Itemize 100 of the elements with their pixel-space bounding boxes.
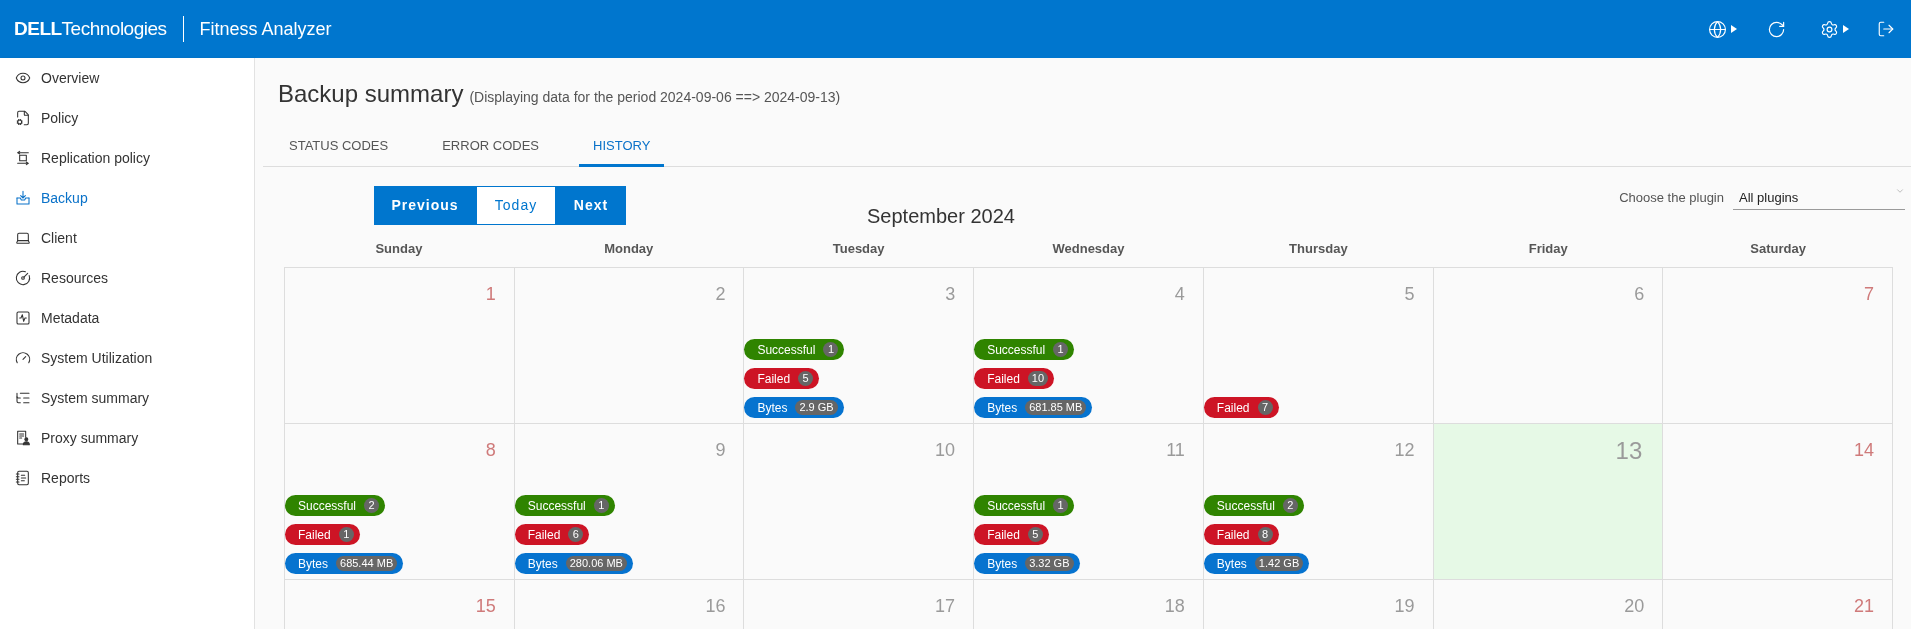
date-number: 19	[1394, 595, 1415, 618]
tag-label: Bytes	[527, 557, 558, 570]
page-subtitle: (Displaying data for the period 2024-09-06 ==> 2024-09-13)	[469, 88, 841, 107]
date-number: 21	[1853, 595, 1874, 618]
square-arrows-icon	[15, 150, 31, 166]
count-pill: 685.44 MB	[336, 556, 398, 571]
tag-label: Bytes	[757, 401, 788, 414]
count-pill: 5	[1027, 527, 1043, 542]
count-pill: 2	[1282, 498, 1298, 513]
plugin-label: Choose the plugin	[1619, 189, 1724, 208]
settings-icon	[1820, 19, 1839, 39]
date-number: 7	[1863, 283, 1874, 306]
sidebar-item[interactable]: System summary	[0, 378, 254, 418]
date-number: 9	[715, 439, 726, 462]
tag-label: Failed	[987, 372, 1020, 385]
count-pill: 1	[1053, 342, 1069, 357]
circle-gauge-icon	[15, 270, 31, 286]
list-tree-icon	[15, 390, 31, 406]
page-title: Backup summary	[278, 79, 464, 109]
sidebar-item[interactable]: Overview	[0, 58, 254, 98]
count-pill: 10	[1027, 371, 1049, 386]
sidebar-item[interactable]: Client	[0, 218, 254, 258]
tag-label: Failed	[527, 528, 561, 541]
sidebar-item[interactable]: Proxy summary	[0, 418, 254, 458]
company-logo: DELLTechnologies	[14, 16, 167, 41]
tag-label: Successful	[1216, 499, 1275, 512]
date-number: 13	[1615, 436, 1643, 466]
count-pill: 1	[823, 342, 839, 357]
date-number: 18	[1164, 595, 1185, 618]
refresh-icon	[1767, 19, 1786, 39]
sidebar-item[interactable]: Resources	[0, 258, 254, 298]
tag-label: Bytes	[298, 557, 328, 570]
tag-label: Failed	[1216, 401, 1250, 414]
tag-label: Successful	[298, 499, 357, 512]
date-number: 3	[945, 283, 956, 306]
weekday-header: Sunday	[374, 241, 424, 258]
calendar-nav-button[interactable]: Previous	[374, 186, 476, 225]
document-person-icon	[15, 430, 31, 446]
count-pill: 8	[1257, 527, 1273, 542]
speedometer-icon	[15, 350, 31, 366]
sidebar-item[interactable]: Policy	[0, 98, 254, 138]
tray-download-icon	[15, 190, 31, 206]
weekday-header: Friday	[1527, 241, 1569, 258]
date-number: 5	[1404, 283, 1415, 306]
caret-icon	[1843, 25, 1849, 33]
count-pill: 7	[1257, 400, 1273, 415]
tag-label: Failed	[987, 528, 1020, 541]
count-pill: 280.06 MB	[565, 556, 627, 571]
tab[interactable]: ERROR CODES	[428, 124, 553, 167]
document-gear-icon	[15, 110, 31, 126]
count-pill: 6	[568, 527, 584, 542]
tag-label: Successful	[757, 343, 816, 356]
calendar-nav-button[interactable]: Today	[476, 186, 556, 225]
tag-label: Failed	[757, 372, 791, 385]
pulse-square-icon	[15, 310, 31, 326]
tag-label: Bytes	[1216, 557, 1247, 570]
date-number: 4	[1174, 283, 1185, 306]
date-number: 6	[1634, 283, 1645, 306]
date-number: 16	[705, 595, 726, 618]
tab[interactable]: HISTORY	[579, 124, 665, 167]
weekday-header: Monday	[603, 241, 655, 258]
tag-label: Successful	[527, 499, 586, 512]
plugin-select[interactable]: All plugins	[1733, 186, 1905, 210]
date-number: 2	[715, 283, 726, 306]
tag-label: Successful	[987, 499, 1046, 512]
count-pill: 681.85 MB	[1025, 400, 1087, 415]
logout-icon	[1877, 20, 1895, 38]
tag-label: Bytes	[987, 557, 1018, 570]
date-number: 20	[1624, 595, 1645, 618]
count-pill: 2	[364, 498, 380, 513]
tag-label: Failed	[1216, 528, 1250, 541]
tab[interactable]: STATUS CODES	[275, 124, 403, 167]
date-number: 15	[475, 595, 496, 618]
caret-icon	[1731, 25, 1737, 33]
date-number: 11	[1166, 439, 1185, 462]
notebook-icon	[15, 470, 31, 486]
count-pill: 3.32 GB	[1025, 556, 1074, 571]
count-pill: 5	[798, 371, 814, 386]
app-title: Fitness Analyzer	[199, 17, 332, 41]
weekday-header: Wednesday	[1051, 241, 1126, 258]
weekday-header: Saturday	[1749, 241, 1807, 258]
date-number: 12	[1394, 439, 1415, 462]
count-pill: 1	[1053, 498, 1069, 513]
sidebar-item[interactable]: Reports	[0, 458, 254, 498]
tag-label: Failed	[298, 528, 331, 541]
sidebar-item[interactable]: Backup	[0, 178, 254, 218]
count-pill: 2.9 GB	[795, 400, 838, 415]
sidebar-item[interactable]: Replication policy	[0, 138, 254, 178]
laptop-icon	[15, 230, 31, 246]
globe-icon	[1708, 19, 1727, 39]
count-pill: 1.42 GB	[1254, 556, 1304, 571]
sidebar-item[interactable]: Metadata	[0, 298, 254, 338]
date-number: 1	[485, 283, 496, 306]
date-number: 17	[935, 595, 956, 618]
sidebar-item[interactable]: System Utilization	[0, 338, 254, 378]
date-number: 8	[485, 439, 496, 462]
eye-icon	[15, 70, 31, 86]
month-title: September 2024	[867, 204, 1015, 228]
chevron-down-icon	[1895, 186, 1905, 196]
calendar-nav-button[interactable]: Next	[556, 186, 626, 225]
